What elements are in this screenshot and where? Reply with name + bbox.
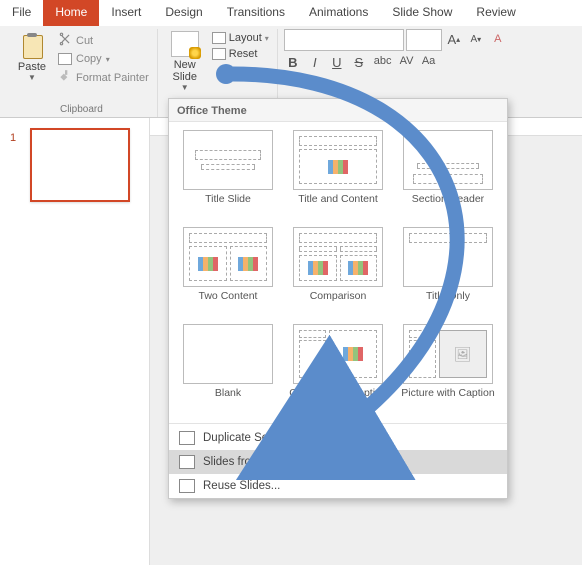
bold-button[interactable]: B	[286, 55, 300, 70]
layout-two-content[interactable]: Two Content	[177, 225, 279, 318]
outline-icon	[179, 455, 195, 469]
reuse-icon	[179, 479, 195, 493]
chevron-down-icon: ▾	[106, 55, 110, 64]
paste-label: Paste	[18, 61, 46, 73]
layout-button[interactable]: Layout ▾	[210, 31, 271, 45]
font-size-select[interactable]	[406, 29, 442, 51]
duplicate-icon	[179, 431, 195, 445]
tab-transitions[interactable]: Transitions	[215, 0, 297, 26]
brush-icon	[58, 69, 72, 86]
clipboard-group-label: Clipboard	[12, 104, 151, 117]
font-family-select[interactable]	[284, 29, 404, 51]
reset-icon	[212, 48, 226, 60]
chevron-down-icon: ▼	[181, 83, 189, 92]
copy-icon	[58, 53, 72, 65]
copy-button[interactable]: Copy ▾	[56, 52, 151, 66]
layout-title-slide[interactable]: Title Slide	[177, 128, 279, 221]
format-painter-button[interactable]: Format Painter	[56, 68, 151, 87]
copy-label: Copy	[76, 53, 102, 65]
clear-format-button[interactable]: A	[488, 29, 508, 49]
tab-review[interactable]: Review	[464, 0, 527, 26]
layout-title-only[interactable]: Title Only	[397, 225, 499, 318]
tab-design[interactable]: Design	[153, 0, 214, 26]
new-slide-button[interactable]: New Slide ▼	[164, 29, 206, 92]
layout-title-content[interactable]: Title and Content	[287, 128, 389, 221]
layout-section-header[interactable]: Section Header	[397, 128, 499, 221]
cut-button[interactable]: Cut	[56, 31, 151, 50]
reset-button[interactable]: Reset	[210, 47, 271, 61]
slides-from-outline-item[interactable]: Slides from Outline...	[169, 450, 507, 474]
new-slide-icon	[171, 31, 199, 57]
layout-picture-caption[interactable]: 🖼 Picture with Caption	[397, 322, 499, 415]
format-painter-label: Format Painter	[76, 72, 149, 84]
reset-label: Reset	[229, 48, 258, 60]
slide-thumbnail[interactable]	[30, 128, 130, 202]
decrease-font-button[interactable]: A▾	[466, 29, 486, 49]
paste-icon	[19, 31, 45, 59]
layout-icon	[212, 32, 226, 44]
reuse-slides-item[interactable]: Reuse Slides...	[169, 474, 507, 498]
layout-gallery: Title Slide Title and Content Section He…	[169, 122, 507, 421]
slide-number: 1	[10, 132, 16, 144]
scissors-icon	[58, 32, 72, 49]
layout-blank[interactable]: Blank	[177, 322, 279, 415]
ribbon-tabs: File Home Insert Design Transitions Anim…	[0, 0, 582, 26]
underline-button[interactable]: U	[330, 55, 344, 70]
tab-file[interactable]: File	[0, 0, 43, 26]
change-case-button[interactable]: Aa	[422, 55, 436, 70]
tab-slideshow[interactable]: Slide Show	[380, 0, 464, 26]
duplicate-slides-item[interactable]: Duplicate Selected Slides	[169, 426, 507, 450]
char-spacing-button[interactable]: AV	[400, 55, 414, 70]
paste-button[interactable]: Paste ▼	[12, 29, 52, 87]
chevron-down-icon: ▾	[265, 34, 269, 43]
italic-button[interactable]: I	[308, 55, 322, 70]
chevron-down-icon: ▼	[28, 73, 36, 82]
shadow-button[interactable]: abc	[374, 55, 392, 70]
slide-thumbnail-panel[interactable]: 1	[0, 118, 150, 565]
dropdown-header: Office Theme	[169, 99, 507, 122]
tab-insert[interactable]: Insert	[99, 0, 153, 26]
tab-home[interactable]: Home	[43, 0, 99, 26]
tab-animations[interactable]: Animations	[297, 0, 380, 26]
new-slide-dropdown: Office Theme Title Slide Title and Conte…	[168, 98, 508, 499]
layout-comparison[interactable]: Comparison	[287, 225, 389, 318]
layout-content-caption[interactable]: Content with Caption	[287, 322, 389, 415]
increase-font-button[interactable]: A▴	[444, 29, 464, 49]
new-slide-label: New Slide	[173, 59, 197, 83]
strikethrough-button[interactable]: S	[352, 55, 366, 70]
layout-label: Layout	[229, 32, 262, 44]
cut-label: Cut	[76, 35, 93, 47]
dropdown-menu: Duplicate Selected Slides Slides from Ou…	[169, 426, 507, 498]
clipboard-group: Paste ▼ Cut Copy ▾	[6, 29, 158, 117]
